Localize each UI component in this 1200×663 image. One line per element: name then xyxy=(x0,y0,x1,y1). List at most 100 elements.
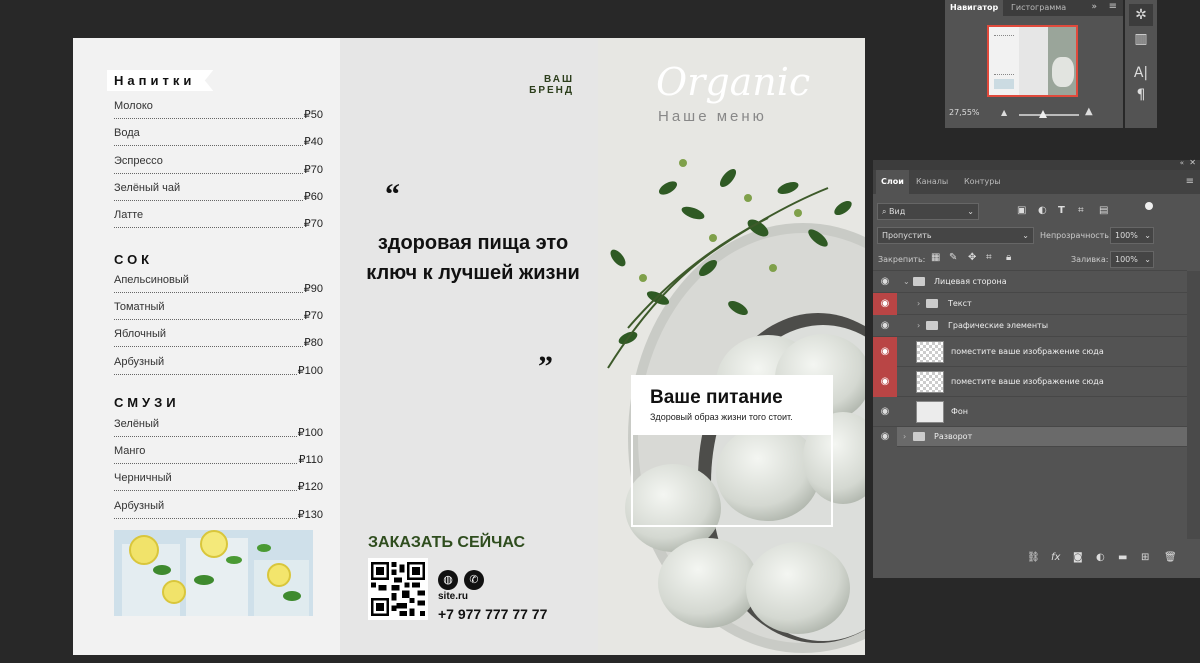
paragraph-icon[interactable]: ¶ xyxy=(1129,84,1153,106)
chevron-down-icon: ⌄ xyxy=(1144,231,1151,240)
filter-toggle[interactable] xyxy=(1145,202,1153,210)
visibility-eye-icon[interactable]: ◉ xyxy=(873,367,897,397)
trash-icon[interactable]: 🗑︎ xyxy=(1164,552,1177,563)
chevron-right-icon[interactable]: › xyxy=(917,315,920,337)
visibility-eye-icon[interactable]: ◉ xyxy=(873,271,897,293)
add-mask-icon[interactable]: ◙ xyxy=(1073,552,1083,563)
brand-logo: ВАШ БРЕНД xyxy=(529,74,574,96)
menu-item: Арбузный ₽130 xyxy=(114,500,323,521)
menu-item: Молоко ₽50 xyxy=(114,100,323,121)
opacity-input[interactable]: 100% ⌄ xyxy=(1110,227,1154,244)
shape-filter-icon[interactable]: ⌗ xyxy=(1078,205,1084,216)
lock-image-icon[interactable]: ✎ xyxy=(949,252,957,263)
drinks-heading: Напитки xyxy=(107,70,214,91)
fill-input[interactable]: 100% ⌄ xyxy=(1110,251,1154,268)
layer-group-spread[interactable]: ◉ › Разворот xyxy=(873,427,1187,447)
new-layer-icon[interactable]: ⊞ xyxy=(1141,552,1149,563)
lock-artboard-icon[interactable]: ⌗ xyxy=(986,252,992,263)
zoom-out-icon[interactable]: ▲ xyxy=(1001,108,1007,117)
chevron-down-icon: ⌄ xyxy=(1144,255,1151,264)
visibility-eye-icon[interactable]: ◉ xyxy=(873,337,897,367)
chevron-down-icon: ⌄ xyxy=(967,207,974,216)
open-quote: “ xyxy=(385,178,400,211)
menu-item: Томатный ₽70 xyxy=(114,301,323,322)
panel-menu-icon[interactable]: ≡ xyxy=(1186,176,1194,187)
visibility-eye-icon[interactable]: ◉ xyxy=(873,293,897,315)
chevron-right-icon[interactable]: › xyxy=(903,427,906,447)
zoom-level[interactable]: 27,55% xyxy=(949,108,980,117)
menu-item: Апельсиновый ₽90 xyxy=(114,274,323,295)
chevron-right-icon[interactable]: › xyxy=(917,293,920,315)
cover-panel: Organic Наше меню Ваше питание Здоровый … xyxy=(598,38,865,655)
globe-icon: ◍ xyxy=(438,570,458,590)
zoom-in-icon[interactable]: ▲ xyxy=(1085,106,1093,117)
menu-item: Арбузный ₽100 xyxy=(114,356,323,377)
layer-group-front[interactable]: ◉ ⌄ Лицевая сторона xyxy=(873,271,1187,293)
zoom-slider[interactable] xyxy=(1019,110,1079,118)
slogan-panel: ВАШ БРЕНД “ здоровая пища это ключ к луч… xyxy=(340,38,598,655)
adjustment-layer-icon[interactable]: ◐ xyxy=(1096,552,1105,563)
layer-filter-select[interactable]: ⌕ Вид ⌄ xyxy=(877,203,979,220)
menu-item: Эспрессо ₽70 xyxy=(114,155,323,176)
visibility-eye-icon[interactable]: ◉ xyxy=(873,427,897,447)
pixel-filter-icon[interactable]: ▣ xyxy=(1017,205,1026,216)
visibility-eye-icon[interactable]: ◉ xyxy=(873,397,897,427)
collapse-icon[interactable]: « xyxy=(1180,159,1184,167)
new-group-icon[interactable]: ▬ xyxy=(1118,552,1127,563)
menu-item: Зелёный ₽100 xyxy=(114,418,323,439)
layers-scrollbar[interactable] xyxy=(1187,271,1200,539)
tab-layers[interactable]: Слои xyxy=(876,170,909,194)
phone-icon: ✆ xyxy=(464,570,484,590)
type-filter-icon[interactable]: T xyxy=(1058,205,1065,216)
layer-smart-object[interactable]: ◉ поместите ваше изображение сюда xyxy=(873,367,1187,397)
tab-histogram[interactable]: Гистограмма xyxy=(1006,0,1071,16)
chevron-down-icon[interactable]: ⌄ xyxy=(903,271,910,293)
histogram-icon[interactable]: ▥ xyxy=(1129,28,1153,50)
smoothie-heading: СМУЗИ xyxy=(114,395,180,410)
visibility-eye-icon[interactable]: ◉ xyxy=(873,315,897,337)
layer-smart-object[interactable]: ◉ поместите ваше изображение сюда xyxy=(873,337,1187,367)
folder-icon xyxy=(913,277,925,286)
site-url: site.ru xyxy=(438,591,469,602)
tab-channels[interactable]: Каналы xyxy=(911,170,953,194)
fx-icon[interactable]: fx xyxy=(1051,552,1060,563)
collapse-icon[interactable]: » xyxy=(1091,2,1097,12)
tab-navigator[interactable]: Навигатор xyxy=(945,0,1004,16)
layer-thumbnail xyxy=(916,371,944,393)
lock-transparent-icon[interactable]: ▦ xyxy=(931,252,940,263)
lemonade-photo xyxy=(114,530,313,616)
tab-paths[interactable]: Контуры xyxy=(959,170,1006,194)
navigator-tabbar: Навигатор Гистограмма » ≡ xyxy=(945,0,1123,16)
layer-thumbnail xyxy=(916,401,944,423)
eggs-photo xyxy=(598,38,865,655)
slogan-text: здоровая пища это ключ к лучшей жизни xyxy=(366,232,580,284)
blend-mode-select[interactable]: Пропустить ⌄ xyxy=(877,227,1034,244)
chevron-down-icon: ⌄ xyxy=(1022,231,1029,240)
lock-position-icon[interactable]: ✥ xyxy=(968,252,976,263)
layers-tabbar: Слои Каналы Контуры ≡ xyxy=(873,170,1200,194)
adjustment-filter-icon[interactable]: ◐ xyxy=(1038,205,1047,216)
close-icon[interactable]: ✕ xyxy=(1189,158,1196,167)
navigator-panel: Навигатор Гистограмма » ≡ 27,55% ▲ ▲ xyxy=(945,0,1123,128)
lock-all-icon[interactable]: 🔒︎ xyxy=(1006,252,1011,263)
layer-background[interactable]: ◉ Фон xyxy=(873,397,1187,427)
panel-menu-icon[interactable]: ≡ xyxy=(1109,1,1117,12)
menu-item: Вода ₽40 xyxy=(114,127,323,148)
link-layers-icon[interactable]: ⛓︎ xyxy=(1027,552,1040,563)
navigator-preview[interactable] xyxy=(987,25,1078,97)
layer-group-text[interactable]: ◉ › Текст xyxy=(873,293,1187,315)
layers-titlebar: « ✕ xyxy=(873,158,1200,170)
phone-number: +7 977 777 77 77 xyxy=(438,606,548,622)
folder-icon xyxy=(913,432,925,441)
card-frame xyxy=(631,435,833,527)
juice-heading: СОК xyxy=(114,252,154,267)
layer-group-graphics[interactable]: ◉ › Графические элементы xyxy=(873,315,1187,337)
character-icon[interactable]: A| xyxy=(1129,62,1153,84)
menu-item: Черничный ₽120 xyxy=(114,472,323,493)
close-quote: ” xyxy=(538,350,553,383)
smart-object-filter-icon[interactable]: ▤ xyxy=(1099,205,1108,216)
menu-item: Латте ₽70 xyxy=(114,209,323,230)
document-canvas[interactable]: Напитки Молоко ₽50 Вода ₽40 Эспрессо ₽70 Зе… xyxy=(73,38,865,655)
menu-subtitle: Наше меню xyxy=(658,108,767,125)
navigator-icon[interactable]: ✲ xyxy=(1129,4,1153,26)
